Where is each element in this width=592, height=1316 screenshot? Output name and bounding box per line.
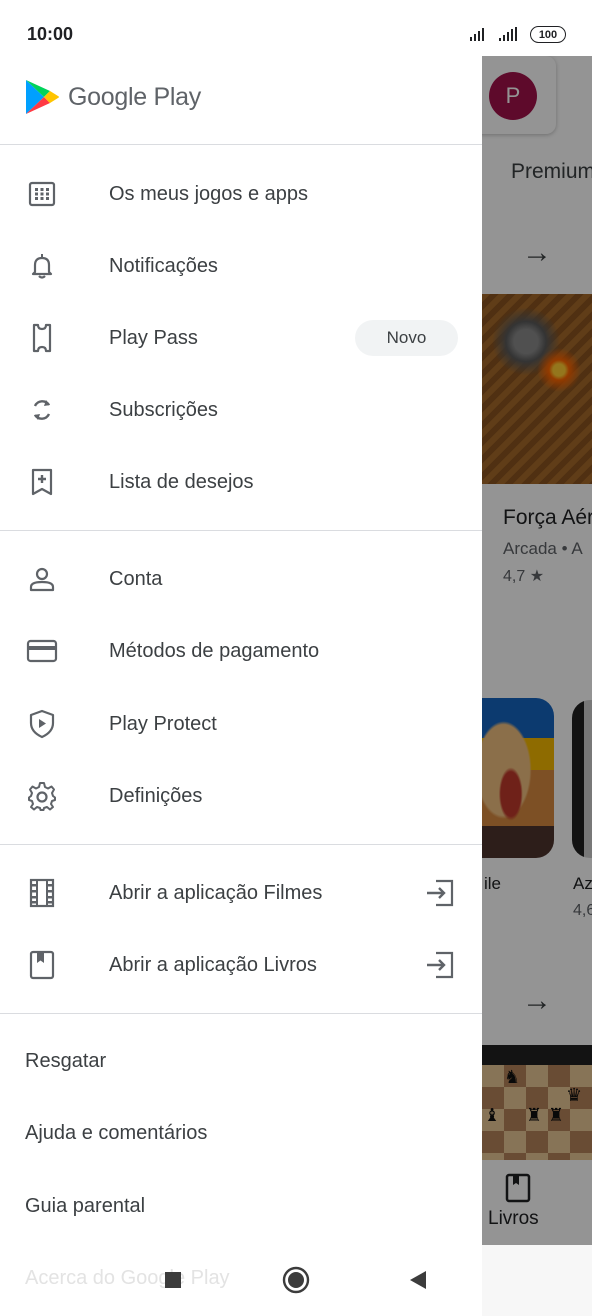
open-external-icon [424,877,456,909]
google-play-wordmark: Google Play [68,82,201,111]
menu-item-label: Lista de desejos [109,470,254,493]
menu-item-account[interactable]: Conta [0,549,482,609]
navigation-drawer: Google Play Os meus jogos e apps Notific… [0,0,482,1316]
menu-item-parental-guide[interactable]: Guia parental [25,1195,145,1218]
menu-item-label: Abrir a aplicação Filmes [109,881,323,904]
signal-icon [470,27,484,41]
play-logo-icon [26,80,59,114]
divider [0,530,482,531]
new-badge: Novo [355,320,458,356]
menu-item-notifications[interactable]: Notificações [0,236,482,296]
recents-button[interactable] [158,1265,188,1295]
triangle-back-icon [410,1271,426,1289]
menu-item-help-feedback[interactable]: Ajuda e comentários [25,1122,207,1145]
battery-icon: 100 [530,26,566,43]
person-icon [26,563,58,595]
google-play-logo: Google Play [24,78,201,116]
menu-item-label: Subscrições [109,398,218,421]
system-nav-bar: Acerca do Google Play [0,1245,592,1316]
menu-item-payment-methods[interactable]: Métodos de pagamento [0,621,482,681]
menu-item-redeem[interactable]: Resgatar [25,1050,106,1073]
grid-icon [26,178,58,210]
menu-item-subscriptions[interactable]: Subscrições [0,380,482,440]
film-icon [26,877,58,909]
gear-icon [26,780,58,812]
bookmark-add-icon [26,466,58,498]
menu-item-label: Play Pass [109,326,198,349]
open-external-icon [424,949,456,981]
refresh-icon [26,394,58,426]
ticket-icon [26,322,58,354]
menu-item-my-apps[interactable]: Os meus jogos e apps [0,164,482,224]
menu-item-play-protect[interactable]: Play Protect [0,694,482,754]
menu-item-open-movies[interactable]: Abrir a aplicação Filmes [0,863,482,923]
credit-card-icon [26,635,58,667]
menu-item-label: Métodos de pagamento [109,639,320,662]
back-button[interactable] [403,1265,433,1295]
menu-item-label: Conta [109,567,163,590]
menu-item-settings[interactable]: Definições [0,766,482,826]
divider [0,144,482,145]
menu-item-wishlist[interactable]: Lista de desejos [0,452,482,512]
book-icon [26,949,58,981]
menu-item-label: Notificações [109,254,218,277]
menu-item-label: Os meus jogos e apps [109,182,308,205]
divider [0,844,482,845]
menu-item-open-books[interactable]: Abrir a aplicação Livros [0,935,482,995]
circle-icon [282,1266,310,1294]
status-bar: 10:00 100 [0,0,592,56]
signal-icon [499,27,517,41]
menu-item-label: Play Protect [109,712,217,735]
menu-item-label: Abrir a aplicação Livros [109,953,317,976]
menu-item-about[interactable]: Acerca do Google Play [25,1267,230,1290]
menu-item-label: Definições [109,784,203,807]
home-button[interactable] [281,1265,311,1295]
status-time: 10:00 [27,24,74,44]
divider [0,1013,482,1014]
shield-play-icon [26,708,58,740]
square-icon [165,1272,181,1288]
bell-icon [26,250,58,282]
